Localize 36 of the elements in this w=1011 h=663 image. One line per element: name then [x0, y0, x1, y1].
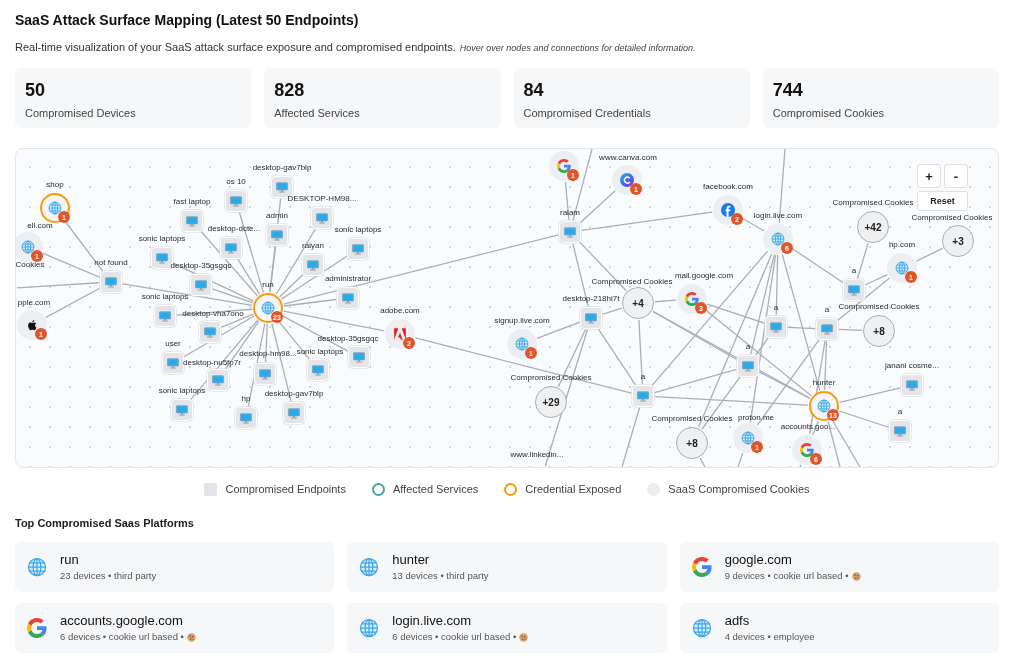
platform-details: 13 devices • third party — [392, 570, 489, 582]
platform-name: hunter — [392, 552, 430, 568]
legend-label: SaaS Compromised Cookies — [668, 483, 810, 495]
globe-icon — [359, 618, 380, 638]
stat-label: Compromised Credentials — [523, 106, 651, 120]
stat-value: 50 — [25, 79, 46, 101]
section-heading: Top Compromised Saas Platforms — [15, 516, 195, 530]
platform-name: login.live.com — [392, 613, 472, 629]
platform-details: 6 devices • cookie url based • — [392, 631, 517, 643]
page-title: SaaS Attack Surface Mapping (Latest 50 Endpoints) — [15, 12, 360, 28]
platform-name: accounts.google.com — [60, 613, 183, 629]
page-description: Real-time visualization of your SaaS attack surface exposure and compromised endpoints. — [15, 40, 456, 54]
platform-details: 23 devices • third party — [60, 570, 157, 582]
platform-details: 4 devices • employee — [724, 631, 815, 643]
platform-name: run — [60, 552, 79, 568]
legend-label: Compromised Endpoints — [225, 483, 346, 495]
google-icon — [27, 618, 47, 638]
platform-details: 9 devices • cookie url based • — [724, 570, 849, 582]
hover-hint: Hover over nodes and connections for detailed information. — [459, 42, 696, 55]
legend-label: Affected Services — [392, 483, 479, 495]
globe-icon — [359, 557, 380, 577]
stat-label: Affected Services — [274, 106, 360, 120]
globe-icon — [27, 557, 47, 577]
stat-value: 744 — [772, 79, 803, 101]
cookie-count-node: +3 — [942, 225, 974, 257]
stat-value: 828 — [274, 79, 305, 101]
google-icon — [691, 557, 712, 577]
platform-name: google.com — [724, 552, 792, 568]
globe-icon — [691, 618, 712, 638]
stat-label: Compromised Cookies — [772, 106, 884, 120]
stat-value: 84 — [523, 79, 544, 101]
stat-label: Compromised Devices — [25, 106, 136, 120]
platform-name: adfs — [724, 613, 750, 629]
zoom-out-button[interactable]: - — [944, 164, 968, 188]
legend-label: Credential Exposed — [525, 483, 622, 495]
platform-details: 6 devices • cookie url based • — [60, 631, 184, 643]
